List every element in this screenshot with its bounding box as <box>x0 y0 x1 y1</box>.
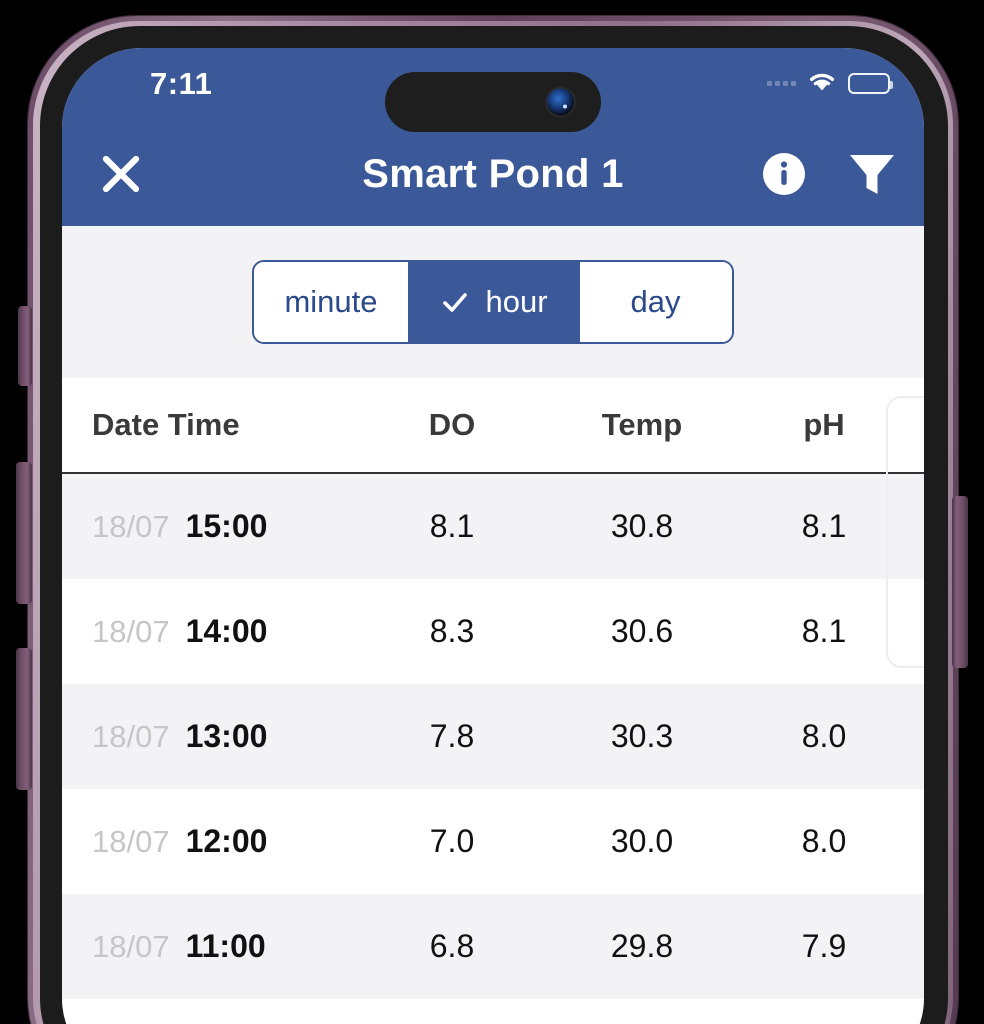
cell-time: 15:00 <box>185 508 268 544</box>
interval-segmented-control[interactable]: minute hour day <box>252 260 734 344</box>
cell-ph: 8.0 <box>801 718 847 754</box>
cell-time: 11:00 <box>185 928 266 964</box>
close-icon[interactable] <box>90 143 152 205</box>
cell-ph: 8.1 <box>801 508 847 544</box>
column-header-ph[interactable]: pH <box>742 407 924 443</box>
table-row[interactable]: 18/07 13:00 7.8 30.3 8.0 <box>62 684 924 789</box>
table-row[interactable]: 18/07 15:00 8.1 30.8 8.1 <box>62 474 924 579</box>
cell-do: 8.3 <box>429 613 475 649</box>
signal-bars-icon <box>767 81 796 86</box>
table-row[interactable]: 18/07 12:00 7.0 30.0 8.0 <box>62 789 924 894</box>
cell-date: 18/07 <box>92 929 170 964</box>
column-header-temp[interactable]: Temp <box>542 407 742 443</box>
cell-date: 18/07 <box>92 824 170 859</box>
cell-temp: 29.8 <box>610 928 674 964</box>
cell-temp: 30.8 <box>610 508 674 544</box>
cell-do: 7.8 <box>429 718 475 754</box>
phone-screen: 7:11 Smart Pond 1 minute hour day Date T… <box>62 48 924 1024</box>
cell-time: 14:00 <box>185 613 268 649</box>
segment-label-hour: hour <box>485 284 548 319</box>
silence-switch[interactable] <box>18 306 32 386</box>
cell-temp: 30.0 <box>610 823 674 859</box>
cell-date: 18/07 <box>92 719 170 754</box>
readings-table[interactable]: Date Time DO Temp pH 18/07 15:00 8.1 30.… <box>62 378 924 1024</box>
table-row[interactable]: 18/07 14:00 8.3 30.6 8.1 <box>62 579 924 684</box>
volume-down-button[interactable] <box>16 648 32 790</box>
screenshot-stage: 7:11 Smart Pond 1 minute hour day Date T… <box>0 0 984 1024</box>
power-button[interactable] <box>952 496 968 668</box>
front-camera-icon <box>547 88 574 116</box>
interval-segment-area: minute hour day <box>62 226 924 378</box>
cell-do: 7.0 <box>429 823 475 859</box>
cell-datetime: 18/07 14:00 <box>62 613 362 650</box>
table-row[interactable]: 18/07 11:00 6.8 29.8 7.9 <box>62 894 924 999</box>
cell-temp: 30.6 <box>610 613 674 649</box>
cell-datetime: 18/07 13:00 <box>62 718 362 755</box>
segment-option-day[interactable]: day <box>579 262 732 342</box>
segment-label-day: day <box>630 284 681 319</box>
check-icon <box>442 293 467 312</box>
cell-date: 18/07 <box>92 509 170 544</box>
cell-datetime: 18/07 12:00 <box>62 823 362 860</box>
info-icon[interactable] <box>758 148 810 200</box>
table-header-row: Date Time DO Temp pH <box>62 378 924 474</box>
volume-up-button[interactable] <box>16 462 32 604</box>
cell-temp: 30.3 <box>610 718 674 754</box>
cell-time: 12:00 <box>185 823 268 859</box>
segment-option-hour[interactable]: hour <box>409 262 580 342</box>
segment-label-minute: minute <box>284 284 378 319</box>
cell-datetime: 18/07 11:00 <box>62 928 362 965</box>
cell-ph: 7.9 <box>801 928 847 964</box>
cell-datetime: 18/07 15:00 <box>62 508 362 545</box>
cell-ph: 8.0 <box>801 823 847 859</box>
nav-bar: Smart Pond 1 <box>62 122 924 226</box>
app-header: 7:11 Smart Pond 1 <box>62 48 924 226</box>
status-bar-time: 7:11 <box>150 66 213 101</box>
segment-option-minute[interactable]: minute <box>254 262 410 342</box>
cell-time: 13:00 <box>185 718 268 754</box>
cell-do: 8.1 <box>429 508 475 544</box>
cell-do: 6.8 <box>429 928 475 964</box>
column-header-do[interactable]: DO <box>362 407 542 443</box>
cell-ph: 8.1 <box>801 613 847 649</box>
cell-date: 18/07 <box>92 614 170 649</box>
battery-icon <box>848 73 893 94</box>
filter-icon[interactable] <box>846 148 898 200</box>
wifi-icon <box>807 70 837 97</box>
nav-actions <box>758 148 898 200</box>
column-header-datetime[interactable]: Date Time <box>62 407 362 443</box>
status-bar-indicators <box>767 70 893 97</box>
